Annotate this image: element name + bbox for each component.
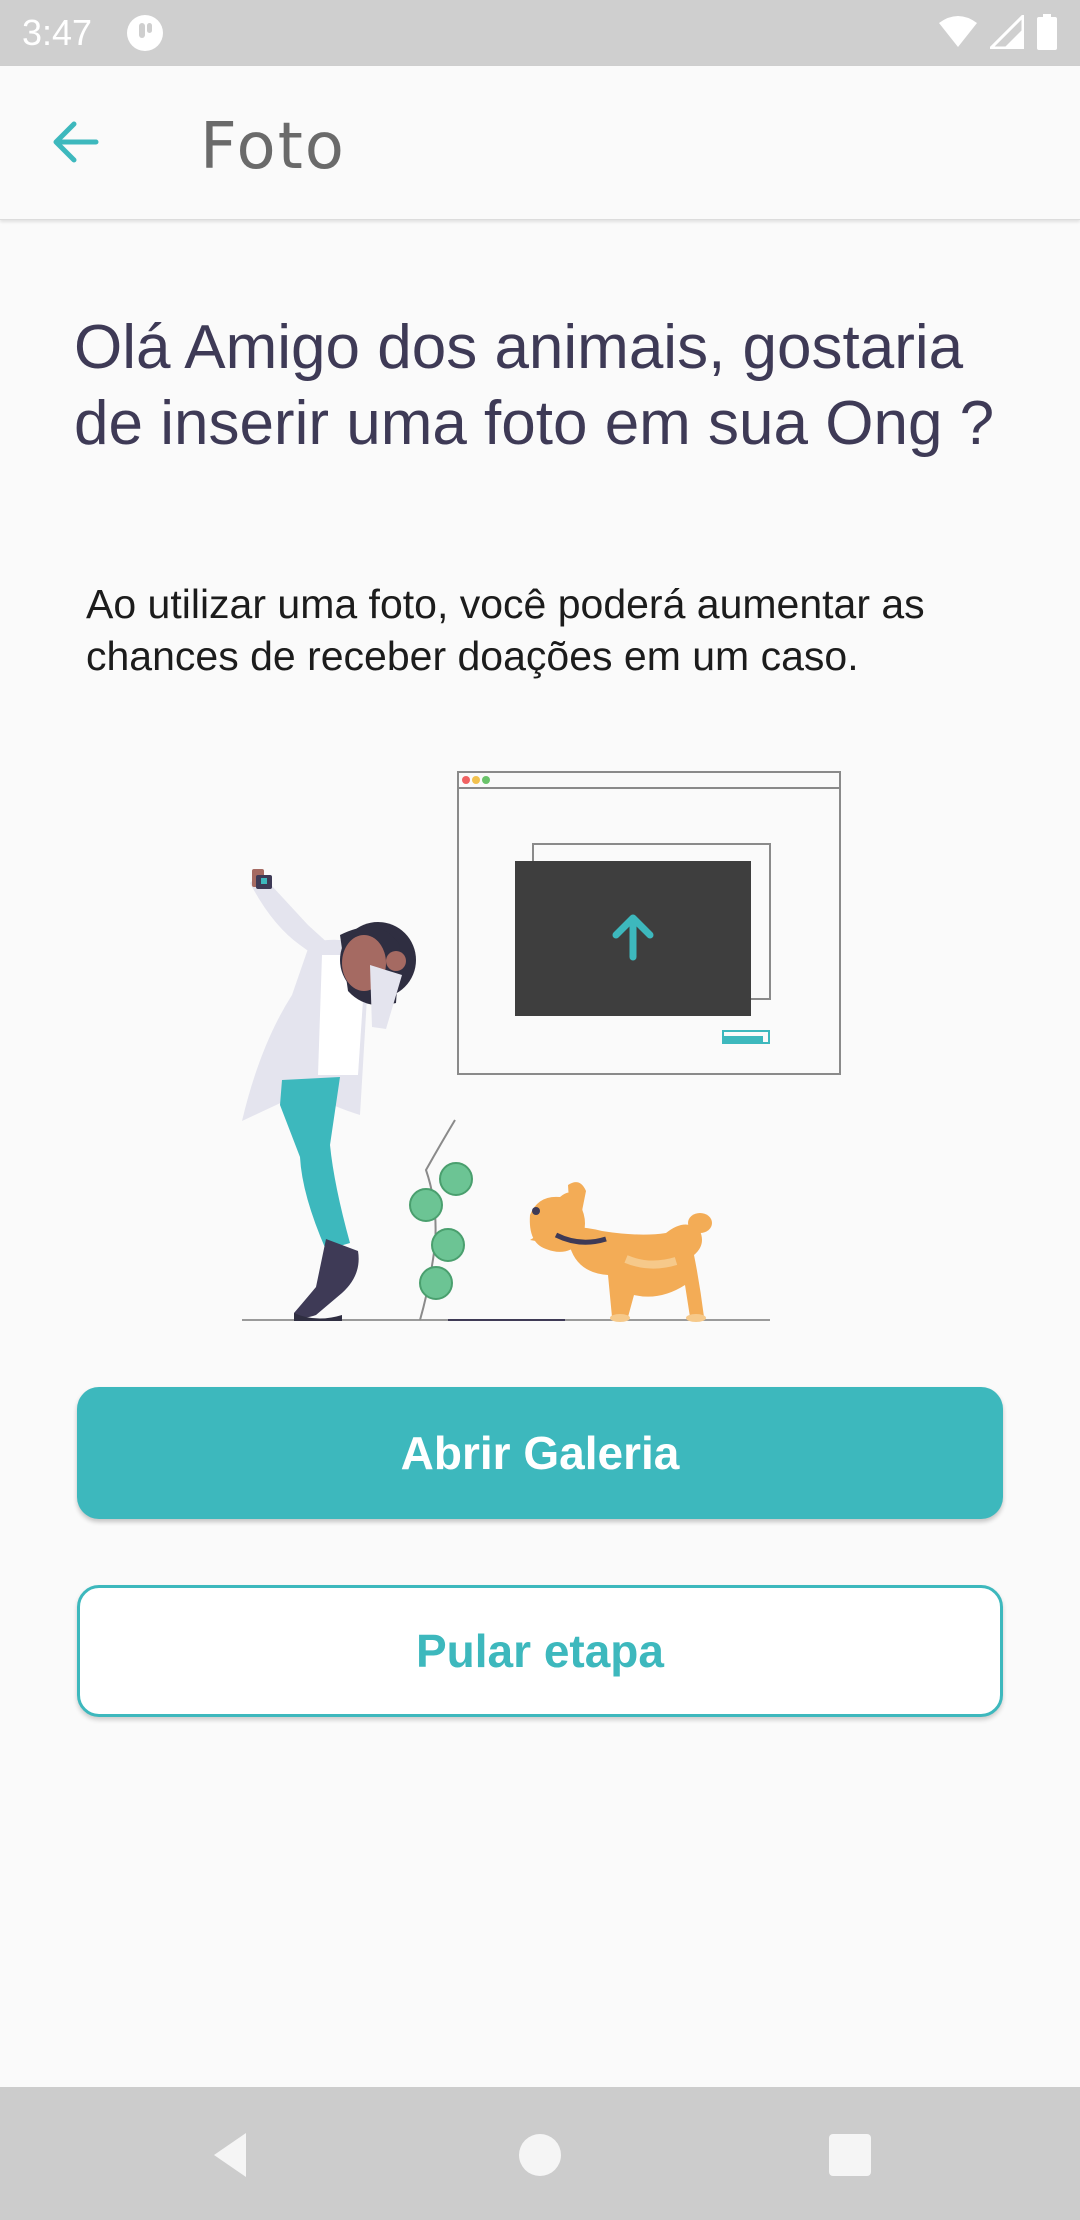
welcome-heading: Olá Amigo dos animais, gostaria de inser… xyxy=(74,313,995,458)
nav-home-button[interactable] xyxy=(508,2123,572,2187)
status-time: 3:47 xyxy=(22,12,93,53)
open-gallery-button[interactable]: Abrir Galeria xyxy=(77,1387,1003,1519)
triangle-back-icon xyxy=(214,2133,246,2177)
status-bar: 3:47 xyxy=(0,0,1080,66)
photo-upload-screen: 3:47 Foto Olá Amigo dos animais, gostari… xyxy=(0,0,1080,2220)
photo-upload-illustration xyxy=(230,765,850,1325)
system-navigation-bar xyxy=(0,2087,1080,2220)
back-button[interactable] xyxy=(40,112,110,172)
page-title: Foto xyxy=(200,110,346,184)
square-recents-icon xyxy=(829,2134,871,2176)
arrow-left-icon xyxy=(53,121,99,163)
status-icons xyxy=(938,14,1058,50)
person-graphic xyxy=(242,869,416,1321)
wifi-icon xyxy=(939,16,977,47)
skip-step-button[interactable]: Pular etapa xyxy=(77,1585,1003,1717)
description-text: Ao utilizar uma foto, você poderá aument… xyxy=(86,581,925,679)
dog-graphic xyxy=(529,1182,712,1322)
app-notification-icon xyxy=(126,14,164,57)
circle-home-icon xyxy=(519,2134,561,2176)
nav-back-button[interactable] xyxy=(200,2123,264,2187)
app-bar: Foto xyxy=(0,66,1080,220)
signal-icon xyxy=(990,15,1024,49)
nav-recents-button[interactable] xyxy=(818,2123,882,2187)
plant-graphic xyxy=(409,1119,473,1321)
browser-window-graphic xyxy=(457,771,841,1075)
battery-icon xyxy=(1037,14,1057,50)
